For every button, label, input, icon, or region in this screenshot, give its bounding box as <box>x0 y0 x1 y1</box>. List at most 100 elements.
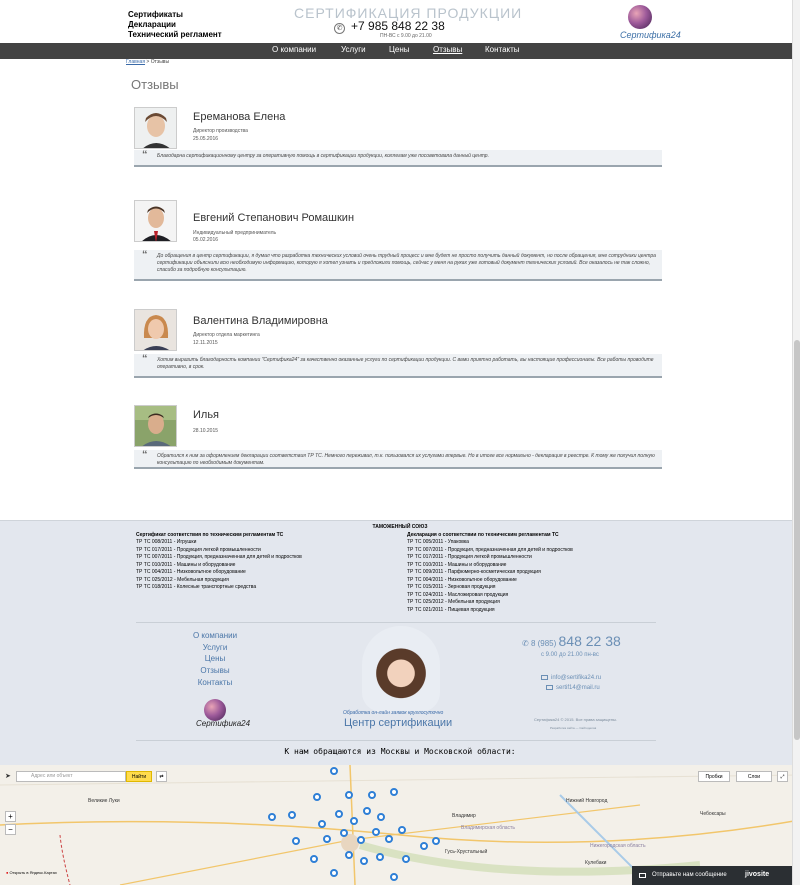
nav-about[interactable]: О компании <box>272 45 316 54</box>
zoom-out-button[interactable]: − <box>5 824 16 835</box>
map-pin[interactable] <box>310 855 318 863</box>
footer-logo[interactable]: Сертифика24 <box>196 699 250 735</box>
site-logo[interactable]: Сертифика24 <box>620 5 681 41</box>
list-item[interactable]: ТР ТС 005/2011 - Упаковка <box>407 539 573 547</box>
map-pin[interactable] <box>360 857 368 865</box>
map-pin[interactable] <box>398 826 406 834</box>
map-city-label: Владимир <box>452 813 476 819</box>
list-item[interactable]: ТР ТС 021/2011 - Пищевая продукция <box>407 607 573 615</box>
zoom-in-button[interactable]: + <box>5 811 16 822</box>
avatar <box>134 107 177 149</box>
list-item[interactable]: ТР ТС 007/2011 - Продукция, предназначен… <box>136 554 302 562</box>
map-pin[interactable] <box>432 837 440 845</box>
scrollbar-thumb[interactable] <box>794 340 800 740</box>
map-search-input[interactable]: Адрес или объект <box>16 771 126 782</box>
declarations-list: ТР ТС 005/2011 - Упаковка ТР ТС 007/2011… <box>407 539 573 614</box>
nav-prices[interactable]: Цены <box>389 45 410 54</box>
link-declarations[interactable]: Декларации <box>128 20 222 30</box>
map-pin[interactable] <box>292 837 300 845</box>
quote-icon: “ <box>142 449 148 461</box>
map-pin[interactable] <box>330 767 338 775</box>
list-item[interactable]: ТР ТС 010/2011 - Машины и оборудование <box>407 562 573 570</box>
list-item[interactable]: ТР ТС 004/2011 - Низковольтное оборудова… <box>136 569 302 577</box>
list-item[interactable]: ТР ТС 007/2011 - Продукция, предназначен… <box>407 547 573 555</box>
list-item[interactable]: ТР ТС 010/2011 - Машины и оборудование <box>136 562 302 570</box>
avatar <box>134 309 177 351</box>
map-pin[interactable] <box>420 842 428 850</box>
layers-button[interactable]: Слои <box>736 771 772 782</box>
review-date: 05.02.2016 <box>193 237 219 243</box>
map-pin[interactable] <box>330 869 338 877</box>
list-item[interactable]: ТР ТС 025/2012 - Мебельная продукция <box>407 599 573 607</box>
link-certificates[interactable]: Сертификаты <box>128 10 222 20</box>
map-pin[interactable] <box>313 793 321 801</box>
map-pin[interactable] <box>390 873 398 881</box>
list-item[interactable]: ТР ТС 025/2012 - Мебельная продукция <box>136 577 302 585</box>
map-pin[interactable] <box>402 855 410 863</box>
page-scrollbar[interactable] <box>792 0 800 885</box>
chat-widget[interactable]: Отправьте нам сообщение jivosite <box>632 866 800 885</box>
map-pin[interactable] <box>345 851 353 859</box>
map-pin[interactable] <box>318 820 326 828</box>
breadcrumb-current: Отзывы <box>150 59 170 65</box>
list-item[interactable]: ТР ТС 018/2011 - Колесные транспортные с… <box>136 584 302 592</box>
fullscreen-icon[interactable]: ⤢ <box>777 771 788 782</box>
map-city-label: Нижний Новгород <box>566 798 608 804</box>
map-pin[interactable] <box>340 829 348 837</box>
declarations-column-title: Декларация о соответствии по техническим… <box>407 532 559 538</box>
list-item[interactable]: ТР ТС 015/2011 - Зерновая продукция <box>407 584 573 592</box>
breadcrumb-home[interactable]: Главная <box>126 59 145 65</box>
certificates-list: ТР ТС 008/2011 - Игрушки ТР ТС 017/2011 … <box>136 539 302 592</box>
review-quote: “ До обращения в центр сертификации, я д… <box>134 250 662 281</box>
open-in-yandex-maps-link[interactable]: ● Открыть в Яндекс.Картах <box>6 870 57 875</box>
map-city-label: Кулебаки <box>585 860 607 866</box>
email-link-info[interactable]: info@sertifika24.ru <box>541 675 601 681</box>
map-pin[interactable] <box>335 810 343 818</box>
map-pin[interactable] <box>357 836 365 844</box>
certificates-column-title: Сертификат соответствия по техническим р… <box>136 532 284 538</box>
map-region-label: Владимирская область <box>461 825 515 831</box>
footer-nav-about[interactable]: О компании <box>180 630 250 642</box>
footer-nav-reviews[interactable]: Отзывы <box>180 665 250 677</box>
map-pin[interactable] <box>288 811 296 819</box>
map-pin[interactable] <box>385 835 393 843</box>
review-date: 25.05.2016 <box>193 136 219 142</box>
footer-nav-prices[interactable]: Цены <box>180 653 250 665</box>
traffic-button[interactable]: Пробки <box>698 771 730 782</box>
list-item[interactable]: ТР ТС 017/2011 - Продукция легкой промыш… <box>407 554 573 562</box>
list-item[interactable]: ТР ТС 004/2011 - Низковольтное оборудова… <box>407 577 573 585</box>
footer-divider <box>136 622 656 623</box>
locate-icon[interactable]: ➤ <box>5 772 11 780</box>
map-region-label: Нижегородская область <box>590 843 646 849</box>
footer-hours: с 9.00 до 21.00 пн-вс <box>541 652 599 658</box>
map-pin[interactable] <box>390 788 398 796</box>
certification-center-label: Центр сертификации <box>344 717 453 729</box>
link-tech-regulation[interactable]: Технический регламент <box>128 30 222 40</box>
map-pin[interactable] <box>377 813 385 821</box>
list-item[interactable]: ТР ТС 024/2011 - Масложировая продукция <box>407 592 573 600</box>
header-phone[interactable]: ✆ +7 985 848 22 38 <box>334 19 445 34</box>
footer-nav-services[interactable]: Услуги <box>180 642 250 654</box>
list-item[interactable]: ТР ТС 008/2011 - Игрушки <box>136 539 302 547</box>
map-pin[interactable] <box>368 791 376 799</box>
developer-credit: Разработка сайта — Сайтоделов <box>550 726 597 730</box>
map-find-button[interactable]: Найти <box>126 771 152 782</box>
map-pin[interactable] <box>372 828 380 836</box>
nav-services[interactable]: Услуги <box>341 45 366 54</box>
list-item[interactable]: ТР ТС 017/2011 - Продукция легкой промыш… <box>136 547 302 555</box>
email-link-mail[interactable]: sertif14@mail.ru <box>546 685 600 691</box>
footer-phone[interactable]: ✆ 8 (985) 848 22 38 <box>522 633 621 649</box>
route-icon[interactable]: ⇄ <box>156 771 167 782</box>
nav-reviews[interactable]: Отзывы <box>433 45 462 54</box>
map-pin[interactable] <box>323 835 331 843</box>
map-pin[interactable] <box>268 813 276 821</box>
map-pin[interactable] <box>345 791 353 799</box>
map-pin[interactable] <box>363 807 371 815</box>
phone-icon: ✆ <box>522 639 531 648</box>
nav-contacts[interactable]: Контакты <box>485 45 520 54</box>
map-pin[interactable] <box>350 817 358 825</box>
footer-nav-contacts[interactable]: Контакты <box>180 677 250 689</box>
map-pin[interactable] <box>376 853 384 861</box>
map-city-label: Великие Луки <box>88 798 120 804</box>
list-item[interactable]: ТР ТС 009/2011 - Парфюмерно-косметическа… <box>407 569 573 577</box>
